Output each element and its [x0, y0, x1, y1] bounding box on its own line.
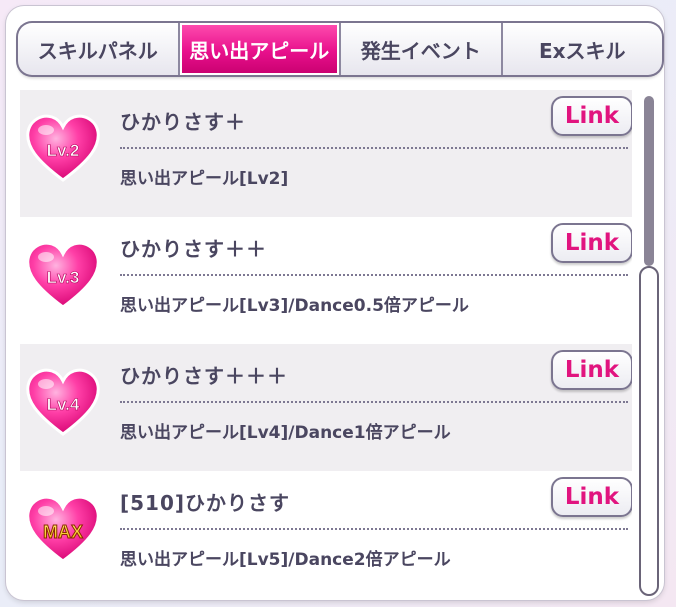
item-title: ひかりさす＋	[120, 110, 246, 134]
item-title: [510]ひかりさす	[120, 491, 291, 515]
item-title: ひかりさす＋＋	[120, 237, 267, 261]
scrollbar-thumb[interactable]	[639, 266, 659, 596]
heart-level-badge-icon: Lv.4	[24, 368, 102, 438]
tab-events[interactable]: 発生イベント	[341, 23, 503, 75]
heart-badge-label: Lv.2	[47, 141, 80, 160]
item-description: 思い出アピール[Lv4]/Dance1倍アピール	[120, 423, 451, 443]
memory-appeal-list: Lv.2 ひかりさす＋ Link 思い出アピール[Lv2] Lv.3 ひかりさす…	[20, 90, 632, 598]
heart-badge-label: MAX	[43, 522, 83, 542]
heart-badge-label: Lv.3	[47, 268, 80, 287]
list-item: Lv.3 ひかりさす＋＋ Link 思い出アピール[Lv3]/Dance0.5倍…	[20, 217, 632, 344]
heart-badge-label: Lv.4	[47, 395, 80, 414]
item-title: ひかりさす＋＋＋	[120, 364, 288, 388]
list-item: Lv.2 ひかりさす＋ Link 思い出アピール[Lv2]	[20, 90, 632, 217]
link-button[interactable]: Link	[551, 477, 632, 517]
link-button[interactable]: Link	[551, 350, 632, 390]
divider	[120, 528, 628, 530]
divider	[120, 401, 628, 403]
divider	[120, 147, 628, 149]
heart-level-badge-icon: Lv.3	[24, 241, 102, 311]
item-description: 思い出アピール[Lv3]/Dance0.5倍アピール	[120, 296, 469, 316]
item-description: 思い出アピール[Lv2]	[120, 169, 289, 189]
scrollbar-track[interactable]	[644, 96, 654, 266]
tab-ex-skill[interactable]: Exスキル	[502, 23, 662, 75]
heart-level-badge-icon: Lv.2	[24, 114, 102, 184]
tab-skill-panel[interactable]: スキルパネル	[18, 23, 180, 75]
link-button[interactable]: Link	[551, 223, 632, 263]
tab-bar: スキルパネル 思い出アピール 発生イベント Exスキル	[18, 23, 662, 75]
divider	[120, 274, 628, 276]
list-item: Lv.4 ひかりさす＋＋＋ Link 思い出アピール[Lv4]/Dance1倍ア…	[20, 344, 632, 471]
heart-max-badge-icon: MAX	[24, 495, 102, 565]
list-item: MAX [510]ひかりさす Link 思い出アピール[Lv5]/Dance2倍…	[20, 471, 632, 598]
tab-memory-appeal[interactable]: 思い出アピール	[179, 23, 341, 75]
link-button[interactable]: Link	[551, 96, 632, 136]
skill-panel-window: スキルパネル 思い出アピール 発生イベント Exスキル Lv.2 ひかりさす＋ …	[6, 6, 664, 600]
item-description: 思い出アピール[Lv5]/Dance2倍アピール	[120, 550, 451, 570]
